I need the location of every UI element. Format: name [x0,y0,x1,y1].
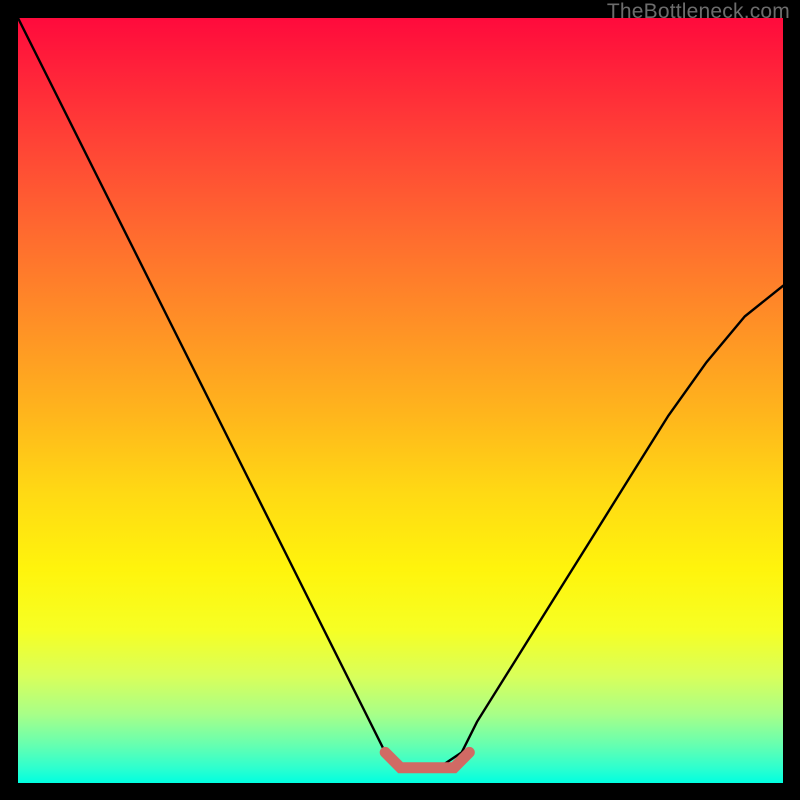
watermark-text: TheBottleneck.com [607,0,790,24]
chart-frame: TheBottleneck.com [0,0,800,800]
plot-area [18,18,783,783]
curve-layer [18,18,783,783]
bottleneck-curve [18,18,783,768]
